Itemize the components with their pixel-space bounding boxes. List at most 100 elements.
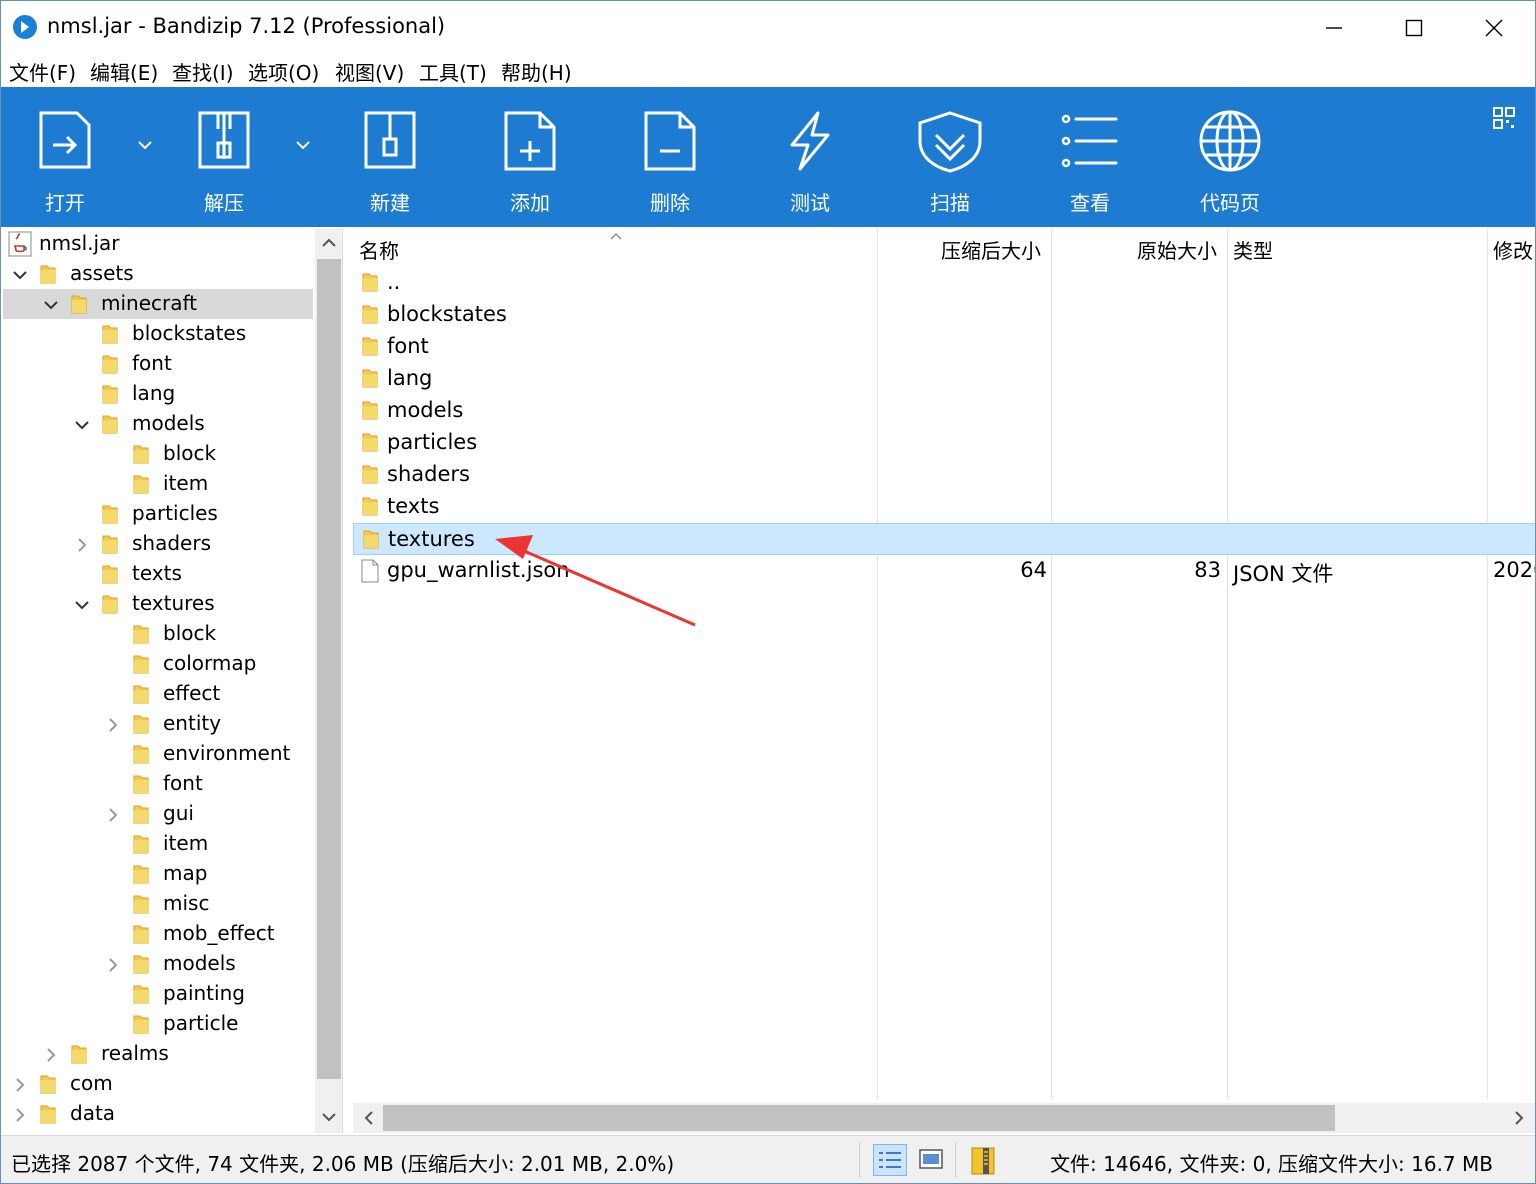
folder-icon bbox=[70, 293, 88, 315]
tree-item[interactable]: models bbox=[3, 949, 313, 979]
tree-item[interactable]: models bbox=[3, 409, 313, 439]
menu-edit[interactable]: 编辑(E) bbox=[90, 57, 158, 86]
scan-button[interactable]: 扫描 bbox=[890, 87, 1010, 227]
tree-item[interactable]: effect bbox=[3, 679, 313, 709]
chevron-down-icon[interactable] bbox=[73, 415, 91, 433]
tree-item[interactable]: com bbox=[3, 1069, 313, 1099]
tree-item[interactable]: item bbox=[3, 829, 313, 859]
tree-item[interactable]: font bbox=[3, 349, 313, 379]
folder-icon bbox=[132, 473, 150, 495]
archive-info-icon[interactable] bbox=[967, 1144, 1001, 1176]
list-view-icon bbox=[1061, 114, 1118, 168]
folder-icon bbox=[132, 983, 150, 1005]
add-file-icon bbox=[504, 111, 556, 171]
folder-icon bbox=[101, 503, 119, 525]
tree-item[interactable]: textures bbox=[3, 589, 313, 619]
tree-root-label: nmsl.jar bbox=[39, 231, 120, 255]
menu-find[interactable]: 查找(I) bbox=[172, 57, 234, 86]
close-icon bbox=[1485, 19, 1503, 37]
tree-item-label: particle bbox=[163, 1011, 239, 1035]
new-archive-button[interactable]: 新建 bbox=[330, 87, 450, 227]
tree-item-label: models bbox=[132, 411, 205, 435]
tree-item[interactable]: minecraft bbox=[3, 289, 313, 319]
scroll-up-icon[interactable] bbox=[321, 235, 337, 251]
tree-root[interactable]: nmsl.jar bbox=[3, 229, 313, 259]
tree-item[interactable]: realms bbox=[3, 1039, 313, 1069]
details-view-icon[interactable] bbox=[873, 1144, 907, 1176]
list-horizontal-scrollbar[interactable] bbox=[353, 1103, 1535, 1133]
tree-item[interactable]: map bbox=[3, 859, 313, 889]
extract-button[interactable]: 解压 bbox=[164, 87, 284, 227]
tree-item[interactable]: block bbox=[3, 439, 313, 469]
tree-item[interactable]: particle bbox=[3, 1009, 313, 1039]
tree-item-label: font bbox=[163, 771, 203, 795]
open-dropdown-chevron-icon[interactable] bbox=[135, 135, 155, 155]
chevron-right-icon[interactable] bbox=[104, 715, 122, 733]
tree-item[interactable]: blockstates bbox=[3, 319, 313, 349]
scroll-right-icon[interactable] bbox=[1511, 1110, 1527, 1126]
view-button[interactable]: 查看 bbox=[1030, 87, 1150, 227]
thumbnail-view-icon[interactable] bbox=[915, 1144, 949, 1176]
app-window: nmsl.jar - Bandizip 7.12 (Professional) … bbox=[0, 0, 1536, 1184]
tree-item-label: particles bbox=[132, 501, 218, 525]
minimize-button[interactable] bbox=[1309, 7, 1359, 47]
chevron-down-icon[interactable] bbox=[73, 595, 91, 613]
tree-item-label: block bbox=[163, 441, 217, 465]
tree-item[interactable]: gui bbox=[3, 799, 313, 829]
tree-item[interactable]: mob_effect bbox=[3, 919, 313, 949]
tree-item[interactable]: entity bbox=[3, 709, 313, 739]
status-bar: 已选择 2087 个文件, 74 文件夹, 2.06 MB (压缩后大小: 2.… bbox=[1, 1135, 1535, 1183]
chevron-right-icon[interactable] bbox=[42, 1045, 60, 1063]
tree-item-label: textures bbox=[132, 591, 215, 615]
menu-view[interactable]: 视图(V) bbox=[335, 57, 404, 86]
open-button[interactable]: 打开 bbox=[5, 87, 125, 227]
test-button[interactable]: 测试 bbox=[750, 87, 870, 227]
menu-file[interactable]: 文件(F) bbox=[9, 57, 76, 86]
tree-item-label: mob_effect bbox=[163, 921, 275, 945]
window-title: nmsl.jar - Bandizip 7.12 (Professional) bbox=[47, 14, 446, 38]
menu-tools[interactable]: 工具(T) bbox=[419, 57, 487, 86]
tree-item-label: effect bbox=[163, 681, 221, 705]
close-button[interactable] bbox=[1469, 7, 1519, 47]
tree-item[interactable]: data bbox=[3, 1099, 313, 1129]
chevron-right-icon[interactable] bbox=[104, 805, 122, 823]
tree-item-label: map bbox=[163, 861, 208, 885]
tree-item[interactable]: font bbox=[3, 769, 313, 799]
maximize-button[interactable] bbox=[1389, 7, 1439, 47]
menu-options[interactable]: 选项(O) bbox=[248, 57, 319, 86]
scroll-down-icon[interactable] bbox=[321, 1109, 337, 1125]
jar-file-icon bbox=[7, 231, 33, 257]
tree-item[interactable]: misc bbox=[3, 889, 313, 919]
chevron-right-icon[interactable] bbox=[11, 1105, 29, 1123]
tree-item[interactable]: shaders bbox=[3, 529, 313, 559]
tree-item[interactable]: assets bbox=[3, 259, 313, 289]
menu-help[interactable]: 帮助(H) bbox=[501, 57, 572, 86]
tree-vertical-scrollbar[interactable] bbox=[315, 229, 342, 1133]
tree-item[interactable]: item bbox=[3, 469, 313, 499]
chevron-right-icon[interactable] bbox=[11, 1075, 29, 1093]
layout-grid-icon[interactable] bbox=[1493, 107, 1515, 133]
tree-item-label: blockstates bbox=[132, 321, 247, 345]
test-label: 测试 bbox=[790, 191, 830, 215]
tree-scroll-thumb[interactable] bbox=[317, 259, 341, 1079]
tree-item[interactable]: painting bbox=[3, 979, 313, 1009]
chevron-down-icon[interactable] bbox=[42, 295, 60, 313]
add-button[interactable]: 添加 bbox=[470, 87, 590, 227]
folder-icon bbox=[132, 683, 150, 705]
tree-item[interactable]: lang bbox=[3, 379, 313, 409]
codepage-button[interactable]: 代码页 bbox=[1170, 87, 1290, 227]
extract-zip-icon bbox=[198, 111, 250, 169]
folder-icon bbox=[39, 1073, 57, 1095]
chevron-right-icon[interactable] bbox=[73, 535, 91, 553]
list-scroll-thumb[interactable] bbox=[383, 1105, 1335, 1131]
delete-button[interactable]: 删除 bbox=[610, 87, 730, 227]
chevron-down-icon[interactable] bbox=[11, 265, 29, 283]
tree-item[interactable]: environment bbox=[3, 739, 313, 769]
extract-dropdown-chevron-icon[interactable] bbox=[293, 135, 313, 155]
tree-item[interactable]: block bbox=[3, 619, 313, 649]
tree-item[interactable]: texts bbox=[3, 559, 313, 589]
tree-item[interactable]: particles bbox=[3, 499, 313, 529]
chevron-right-icon[interactable] bbox=[104, 955, 122, 973]
tree-item[interactable]: colormap bbox=[3, 649, 313, 679]
scroll-left-icon[interactable] bbox=[361, 1110, 377, 1126]
